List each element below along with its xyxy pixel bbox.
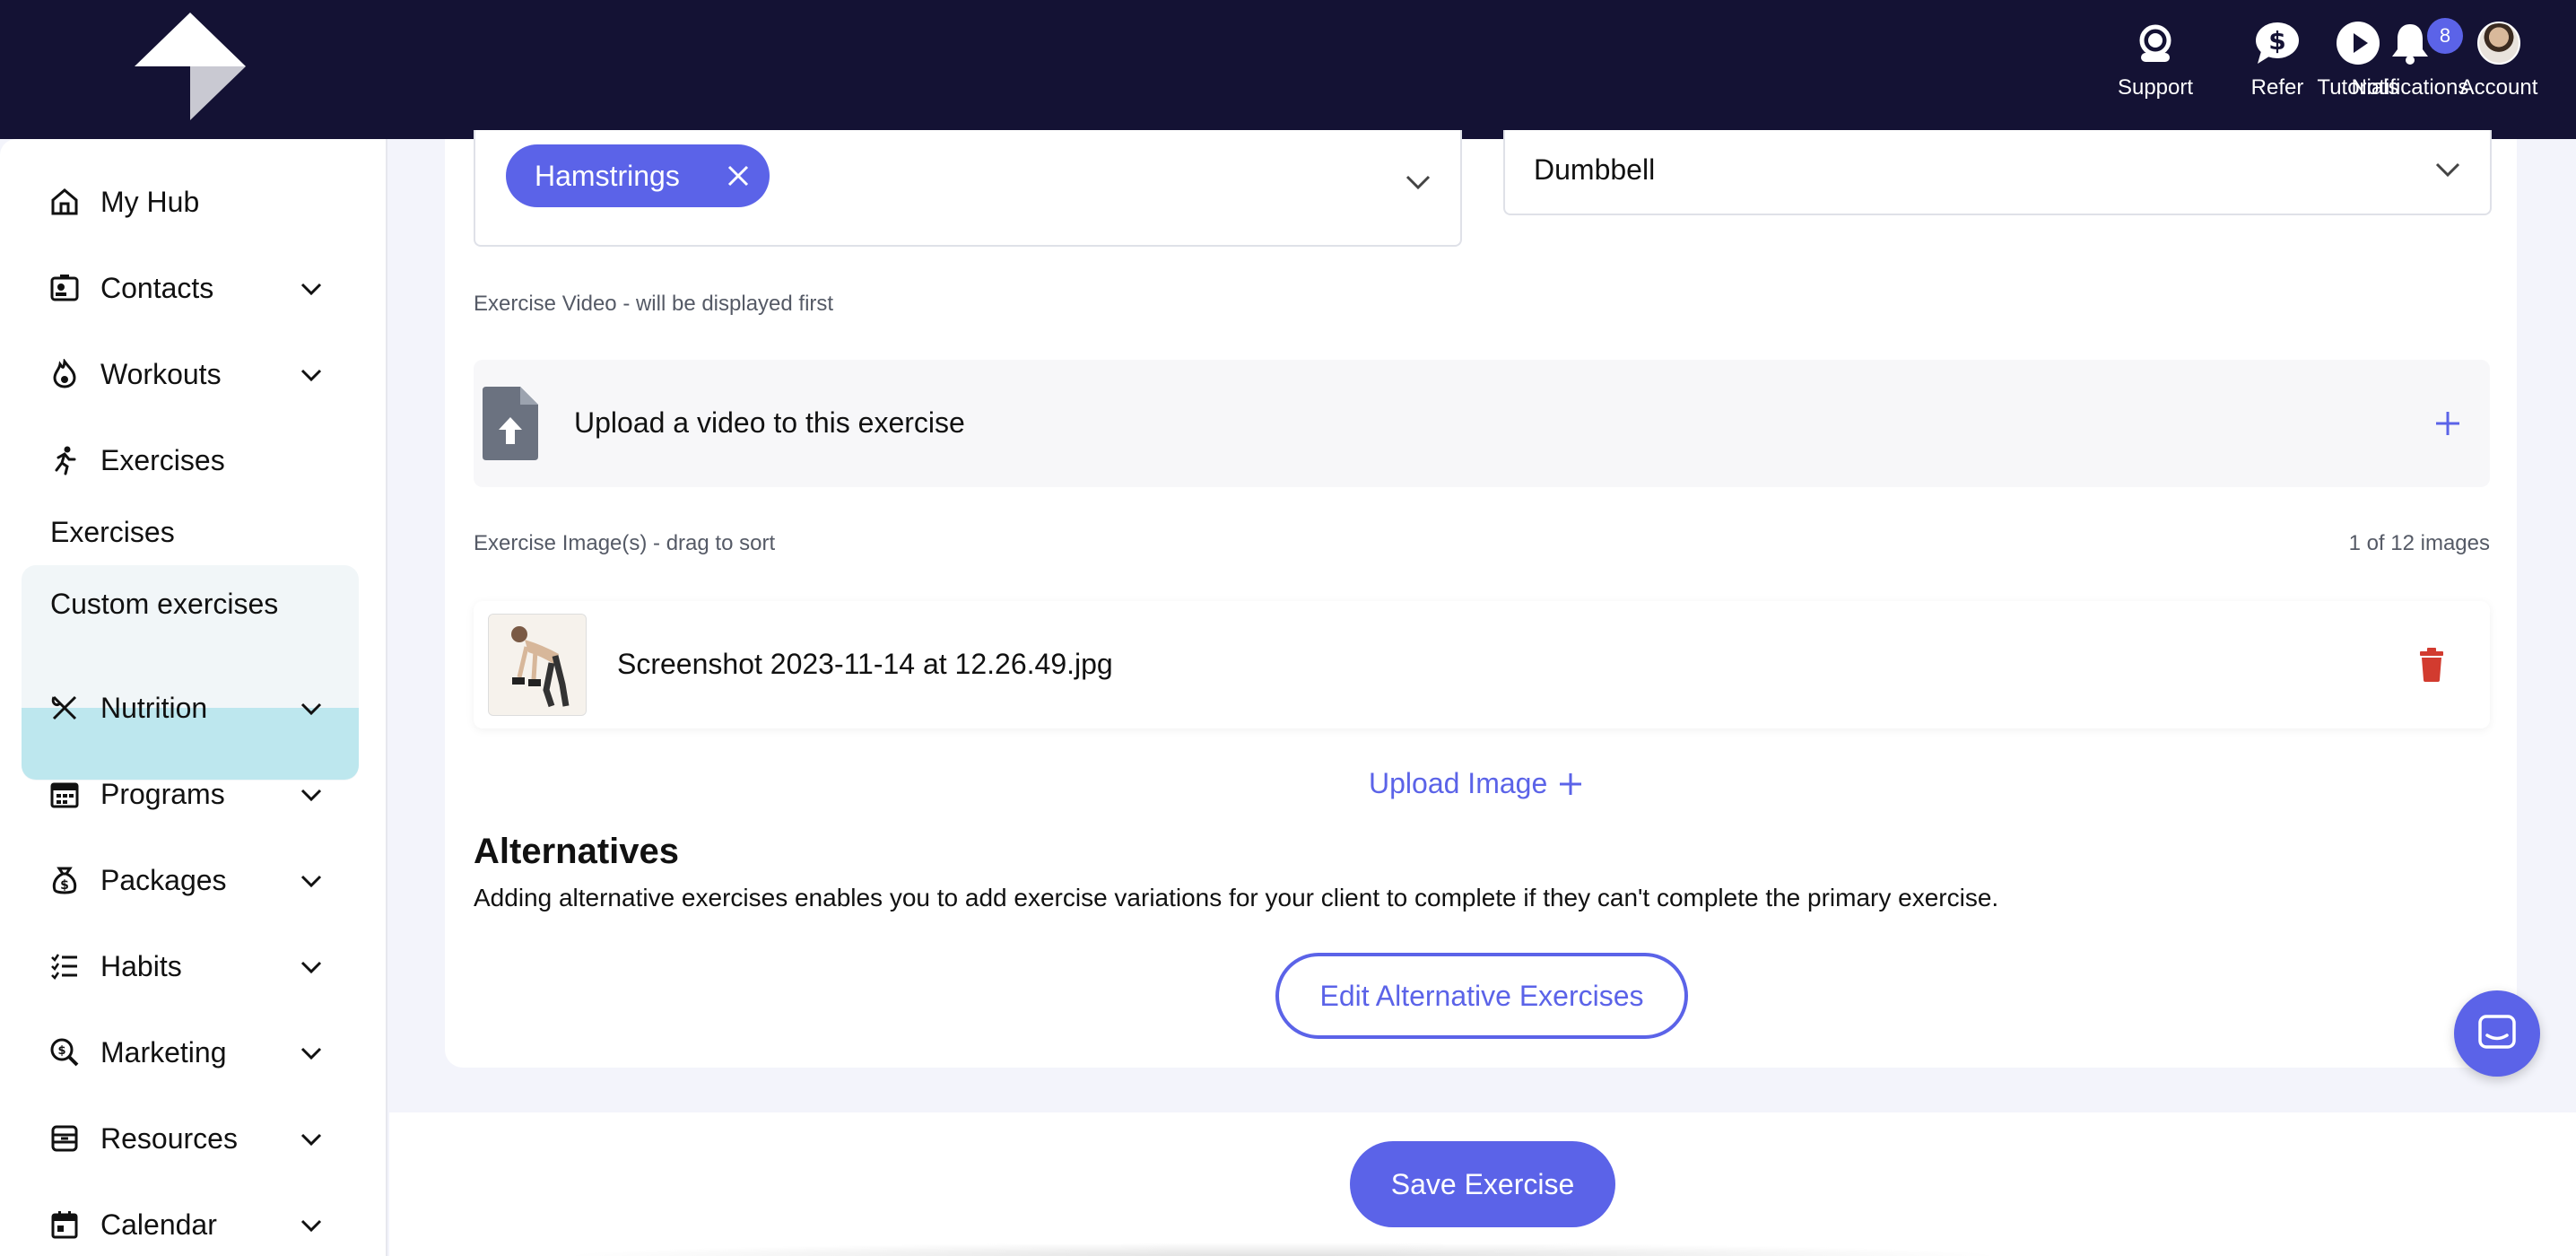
upload-image-button[interactable]: Upload Image [1369, 767, 1583, 800]
sidebar-item-packages[interactable]: $ Packages [47, 853, 325, 907]
chat-icon [2478, 1015, 2516, 1049]
exercise-form-card: Hamstrings Dumbbell Exercise Video - wil… [445, 130, 2517, 1068]
sidebar-item-my-hub[interactable]: My Hub [47, 175, 325, 229]
images-section-label: Exercise Image(s) - drag to sort [474, 531, 776, 555]
search-dollar-icon: $ [47, 1034, 83, 1070]
chevron-down-icon [300, 283, 322, 296]
headset-icon [2130, 18, 2180, 68]
sidebar-item-contacts[interactable]: Contacts [47, 261, 325, 315]
sidebar-item-label: Exercises [100, 443, 225, 476]
sidebar-item-exercises[interactable]: Exercises [47, 433, 325, 487]
muscle-chip-label: Hamstrings [535, 159, 680, 192]
alternatives-title: Alternatives [474, 832, 679, 871]
sidebar-item-label: Packages [100, 863, 227, 896]
trash-icon[interactable] [2418, 648, 2445, 682]
sidebar-item-label: Nutrition [100, 691, 208, 724]
sidebar-item-habits[interactable]: Habits [47, 939, 325, 993]
utensils-icon [47, 690, 83, 726]
money-bag-icon: $ [47, 862, 83, 898]
chevron-down-icon [300, 875, 322, 888]
support-label: Support [2117, 75, 2194, 100]
chevron-down-icon [2435, 162, 2460, 178]
image-list-item[interactable]: Screenshot 2023-11-14 at 12.26.49.jpg [474, 601, 2490, 728]
chevron-down-icon [300, 961, 322, 974]
upload-video-row[interactable]: Upload a video to this exercise [474, 360, 2490, 487]
plus-icon[interactable] [2434, 410, 2461, 437]
chevron-down-icon [300, 789, 322, 802]
calendar-icon [47, 1207, 83, 1243]
sidebar-subitem-custom-exercises[interactable]: Custom exercises [50, 588, 278, 621]
footer-shadow [556, 1243, 2009, 1256]
equipment-select[interactable]: Dumbbell [1503, 130, 2492, 215]
account-avatar [2474, 18, 2524, 68]
sidebar-item-label: Calendar [100, 1208, 217, 1241]
close-icon[interactable] [723, 161, 753, 191]
sidebar-item-nutrition[interactable]: Nutrition [47, 681, 325, 735]
brand-logo[interactable] [135, 13, 246, 120]
sidebar-subitem-exercises[interactable]: Exercises [50, 516, 175, 549]
home-icon [47, 184, 83, 220]
edit-alternatives-button[interactable]: Edit Alternative Exercises [1275, 953, 1688, 1039]
chevron-down-icon [300, 1219, 322, 1233]
sidebar-item-calendar[interactable]: Calendar [47, 1198, 325, 1252]
muscles-select[interactable]: Hamstrings [474, 130, 1462, 247]
chevron-down-icon [300, 369, 322, 382]
sidebar-item-label: Contacts [100, 271, 214, 304]
chevron-down-icon [300, 1047, 322, 1060]
video-section-label: Exercise Video - will be displayed first [474, 292, 834, 316]
running-icon [47, 442, 83, 478]
sidebar-item-label: Habits [100, 949, 182, 982]
file-upload-icon [483, 387, 538, 460]
svg-text:$: $ [57, 1044, 65, 1058]
sidebar-item-workouts[interactable]: Workouts [47, 347, 325, 401]
top-bar: Support $ Refer Tutorials Notifications … [0, 0, 2576, 139]
upload-video-text: Upload a video to this exercise [574, 406, 965, 439]
flame-icon [47, 356, 83, 392]
sidebar-item-marketing[interactable]: $ Marketing [47, 1025, 325, 1079]
images-count: 1 of 12 images [2348, 531, 2490, 555]
calendar-grid-icon [47, 776, 83, 812]
image-filename: Screenshot 2023-11-14 at 12.26.49.jpg [617, 648, 1113, 680]
archive-icon [47, 1121, 83, 1156]
sidebar: My Hub Contacts Workouts Exercises Exerc… [0, 139, 387, 1256]
plus-icon [1560, 772, 1582, 795]
sidebar-item-label: Programs [100, 777, 225, 810]
sidebar-item-label: Workouts [100, 357, 222, 390]
muscle-chip: Hamstrings [506, 144, 770, 207]
sidebar-item-label: My Hub [100, 185, 200, 218]
save-exercise-button[interactable]: Save Exercise [1350, 1141, 1615, 1227]
alternatives-description: Adding alternative exercises enables you… [474, 884, 1999, 911]
equipment-value: Dumbbell [1534, 153, 1656, 186]
upload-image-label: Upload Image [1369, 767, 1548, 799]
chat-launcher-button[interactable] [2454, 990, 2540, 1077]
sidebar-item-label: Marketing [100, 1035, 227, 1068]
account-button[interactable]: Account [2423, 18, 2575, 100]
checklist-icon [47, 948, 83, 984]
sidebar-item-programs[interactable]: Programs [47, 767, 325, 821]
svg-text:$: $ [60, 878, 69, 893]
chevron-down-icon [300, 1133, 322, 1147]
exercise-image-thumbnail [488, 614, 587, 716]
contacts-icon [47, 270, 83, 306]
sidebar-item-label: Resources [100, 1121, 238, 1155]
chevron-down-icon [1405, 175, 1431, 190]
chevron-down-icon [300, 702, 322, 716]
sidebar-item-resources[interactable]: Resources [47, 1112, 325, 1165]
account-label: Account [2459, 75, 2538, 100]
